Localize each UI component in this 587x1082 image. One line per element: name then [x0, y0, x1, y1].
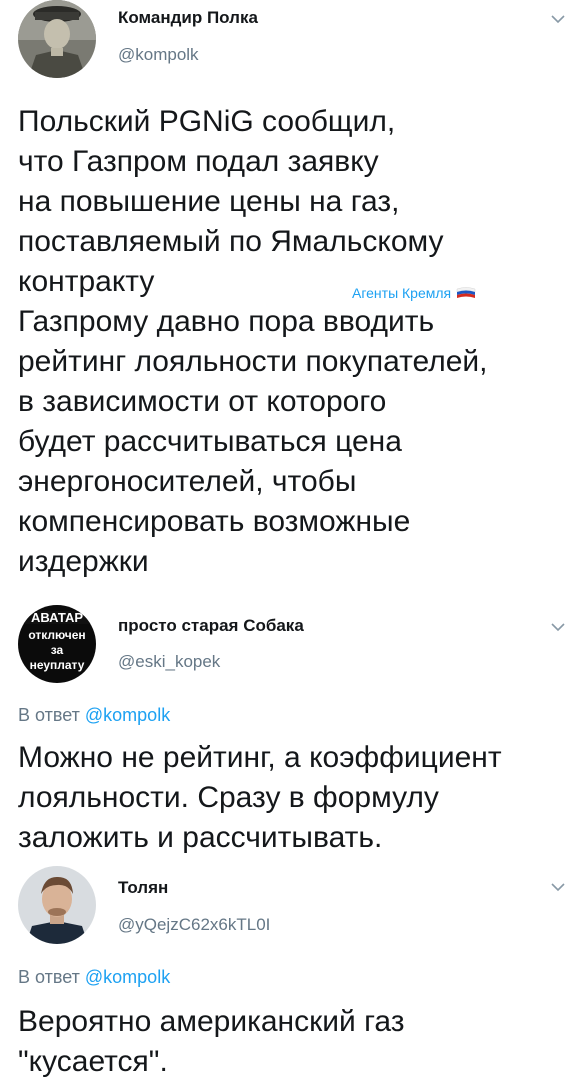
chevron-down-icon[interactable]: [551, 14, 565, 24]
tweet-1: Командир Полка @kompolk Польский PGNiG с…: [0, 0, 587, 600]
tweet-text: Можно не рейтинг, а коэффициент лояльнос…: [18, 741, 502, 854]
reply-prefix: В ответ: [18, 705, 85, 725]
disabled-avatar[interactable]: АВАТАР отключен за неуплату: [18, 605, 96, 683]
reply-prefix: В ответ: [18, 967, 85, 987]
russian-flag-icon: [456, 287, 476, 298]
avatar-line: неуплату: [29, 658, 85, 672]
tweet-text: Польский PGNiG сообщил, что Газпром пода…: [18, 105, 488, 578]
tweet-text: Вероятно американский газ "кусается".: [18, 1005, 405, 1078]
chevron-down-icon[interactable]: [551, 622, 565, 632]
author-name[interactable]: просто старая Собака: [118, 616, 304, 636]
reply-to-line: В ответ @kompolk: [18, 705, 170, 726]
author-handle[interactable]: @kompolk: [118, 45, 199, 65]
reply-to-line: В ответ @kompolk: [18, 967, 170, 988]
kremlin-agents-badge[interactable]: Агенты Кремля: [352, 285, 476, 301]
author-handle[interactable]: @yQejzC62x6kTL0I: [118, 915, 270, 935]
tweet-3: Толян @yQejzC62x6kTL0I В ответ @kompolk …: [0, 860, 587, 1080]
badge-label: Агенты Кремля: [352, 285, 452, 301]
avatar-line: за: [50, 643, 64, 657]
avatar-line: отключен: [28, 628, 86, 642]
reply-mention-link[interactable]: @kompolk: [85, 705, 170, 725]
military-portrait-avatar[interactable]: [18, 0, 96, 78]
tweet-2: АВАТАР отключен за неуплату просто стара…: [0, 600, 587, 860]
chevron-down-icon[interactable]: [551, 882, 565, 892]
author-name[interactable]: Толян: [118, 878, 168, 898]
man-portrait-avatar[interactable]: [18, 866, 96, 944]
reply-mention-link[interactable]: @kompolk: [85, 967, 170, 987]
author-handle[interactable]: @eski_kopek: [118, 652, 220, 672]
author-name[interactable]: Командир Полка: [118, 8, 258, 28]
avatar-line: АВАТАР: [18, 611, 96, 624]
